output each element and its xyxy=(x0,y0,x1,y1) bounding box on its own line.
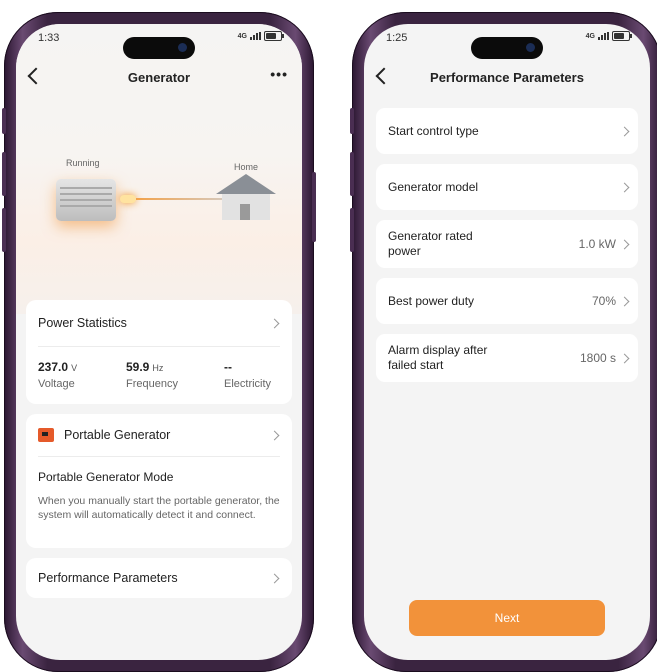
signal-icon xyxy=(598,32,609,40)
stat-electricity: -- Electricity xyxy=(224,360,272,390)
running-label: Running xyxy=(66,158,100,168)
param-row-rated-power[interactable]: Generator rated power 1.0 kW xyxy=(376,220,638,268)
status-time: 1:33 xyxy=(38,32,60,44)
connector-glow-icon xyxy=(120,195,136,203)
page-title: Generator xyxy=(127,70,191,85)
chevron-right-icon xyxy=(619,353,630,364)
performance-parameters-label: Performance Parameters xyxy=(38,571,178,585)
param-label: Start control type xyxy=(388,124,479,138)
divider xyxy=(38,456,280,457)
chevron-right-icon xyxy=(619,296,630,307)
portable-generator-title: Portable Generator xyxy=(64,428,171,442)
nav-bar: Performance Parameters xyxy=(364,66,650,92)
side-button xyxy=(2,152,6,196)
dynamic-island xyxy=(123,37,195,59)
param-row-start-control-type[interactable]: Start control type xyxy=(376,108,638,154)
divider xyxy=(38,346,280,347)
screen-generator: Running Home 1:33 4G Generator ••• Power… xyxy=(16,24,302,660)
side-button xyxy=(312,172,316,242)
power-statistics-title: Power Statistics xyxy=(38,316,127,330)
chevron-right-icon xyxy=(619,126,630,137)
home-label: Home xyxy=(234,162,259,172)
side-button xyxy=(2,208,6,252)
power-line xyxy=(136,198,222,200)
param-row-best-power-duty[interactable]: Best power duty 70% xyxy=(376,278,638,324)
performance-parameters-row[interactable]: Performance Parameters xyxy=(26,558,292,598)
network-type: 4G xyxy=(237,32,247,40)
param-label: Best power duty xyxy=(388,294,475,308)
side-button xyxy=(350,108,354,134)
more-icon[interactable]: ••• xyxy=(270,66,288,82)
screen-performance-parameters: 1:25 4G Performance Parameters Start con… xyxy=(364,24,650,660)
generator-icon xyxy=(56,179,116,221)
param-label: Alarm display after failed start xyxy=(388,343,488,372)
param-row-alarm-display[interactable]: Alarm display after failed start 1800 s xyxy=(376,334,638,382)
phone-frame-left: Running Home 1:33 4G Generator ••• Power… xyxy=(2,12,316,672)
network-type: 4G xyxy=(585,32,595,40)
param-value: 1800 s xyxy=(579,351,616,365)
house-icon xyxy=(212,174,278,224)
nav-bar: Generator ••• xyxy=(16,66,302,92)
side-button xyxy=(2,108,6,134)
page-title: Performance Parameters xyxy=(430,70,584,85)
dynamic-island xyxy=(471,37,543,59)
battery-icon xyxy=(612,31,632,41)
stat-voltage: 237.0 V Voltage xyxy=(38,360,78,390)
stat-frequency: 59.9 Hz Frequency xyxy=(126,360,178,390)
portable-generator-mode: Portable Generator Mode xyxy=(38,470,174,484)
portable-generator-icon xyxy=(38,428,54,442)
signal-icon xyxy=(250,32,261,40)
chevron-right-icon xyxy=(619,182,630,193)
power-statistics-card[interactable]: Power Statistics 237.0 V Voltage 59.9 Hz… xyxy=(26,300,292,404)
next-button[interactable]: Next xyxy=(409,600,605,636)
portable-generator-card[interactable]: Portable Generator Portable Generator Mo… xyxy=(26,414,292,548)
phone-frame-right: 1:25 4G Performance Parameters Start con… xyxy=(350,12,657,672)
param-row-generator-model[interactable]: Generator model xyxy=(376,164,638,210)
param-label: Generator rated power xyxy=(388,229,473,258)
side-button xyxy=(350,152,354,196)
param-value: 1.0 kW xyxy=(578,237,616,251)
battery-icon xyxy=(264,31,284,41)
portable-generator-description: When you manually start the portable gen… xyxy=(38,495,280,521)
param-label: Generator model xyxy=(388,180,479,194)
status-time: 1:25 xyxy=(386,32,408,44)
param-value: 70% xyxy=(591,294,616,308)
chevron-right-icon xyxy=(619,239,630,250)
side-button xyxy=(350,208,354,252)
